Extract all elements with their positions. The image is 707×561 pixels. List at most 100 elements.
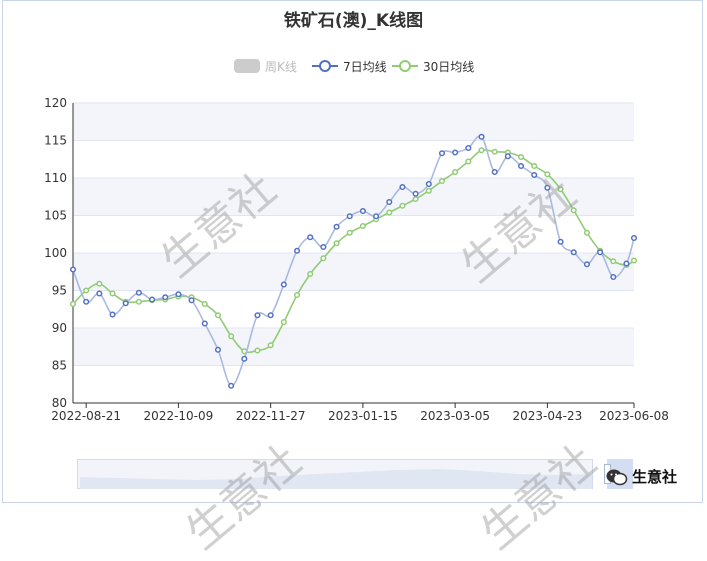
data-point-ma7: [162, 294, 169, 301]
data-point-ma7: [175, 291, 182, 298]
data-point-ma7: [597, 249, 604, 256]
data-point-ma30: [214, 312, 222, 319]
data-point-ma30: [69, 300, 77, 308]
data-point-ma7: [438, 150, 446, 157]
y-tick-label: 105: [44, 209, 67, 223]
data-point-ma7: [254, 312, 261, 319]
brand-name: 生意社: [632, 468, 678, 486]
datazoom-track[interactable]: [77, 459, 593, 489]
data-point-ma7: [399, 183, 406, 191]
data-point-ma30: [517, 153, 525, 161]
y-tick-label: 100: [44, 246, 67, 260]
data-point-ma7: [280, 281, 287, 288]
data-point-ma30: [399, 202, 406, 209]
data-point-ma7: [96, 290, 103, 297]
data-point-ma30: [307, 270, 314, 278]
data-point-ma30: [425, 187, 432, 194]
y-tick-label: 95: [52, 284, 67, 298]
data-point-ma30: [109, 290, 116, 297]
chart-plot: 80 85 90 95 100 105 110 115 120 2022-08-21 2022-10…: [44, 96, 669, 423]
data-point-ma30: [438, 177, 446, 185]
data-point-ma7: [333, 223, 340, 230]
data-point-ma30: [280, 318, 287, 326]
data-point-ma30: [630, 257, 638, 264]
grid-band: [73, 253, 634, 291]
datazoom-slider[interactable]: [77, 459, 633, 489]
data-point-ma7: [373, 213, 380, 220]
data-point-ma30: [610, 258, 617, 265]
data-point-ma30: [346, 229, 353, 236]
data-point-ma7: [623, 260, 630, 267]
data-point-ma7: [346, 213, 353, 220]
data-point-ma30: [228, 333, 235, 340]
data-point-ma30: [201, 300, 208, 308]
data-point-ma30: [386, 209, 393, 216]
data-point-ma7: [359, 207, 366, 215]
data-point-ma30: [557, 186, 564, 193]
data-point-ma7: [135, 289, 142, 296]
data-point-ma7: [122, 300, 129, 307]
data-point-ma7: [386, 198, 393, 206]
x-tick-label: 2022-10-09: [144, 409, 214, 423]
x-tick-label: 2023-01-15: [328, 409, 398, 423]
data-point-ma7: [201, 320, 208, 327]
x-tick-label: 2023-04-23: [513, 409, 583, 423]
data-point-ma30: [478, 147, 485, 154]
x-tick-label: 2023-06-08: [599, 409, 669, 423]
data-point-ma7: [544, 184, 551, 191]
data-point-ma7: [214, 346, 222, 353]
data-point-ma30: [333, 240, 340, 247]
data-point-ma30: [254, 347, 261, 354]
x-tick-label: 2022-11-27: [236, 409, 306, 423]
data-point-ma7: [320, 243, 327, 251]
y-tick-label: 110: [44, 171, 67, 185]
data-point-ma7: [228, 382, 235, 389]
data-point-ma7: [452, 149, 459, 156]
data-point-ma7: [83, 298, 90, 305]
data-point-ma30: [583, 229, 590, 236]
data-point-ma7: [583, 261, 590, 268]
grid-band: [73, 103, 634, 141]
data-point-ma7: [188, 297, 195, 304]
y-tick-label: 115: [44, 134, 67, 148]
data-point-ma7: [478, 133, 485, 140]
brand-logo: 生意社: [606, 466, 677, 487]
data-point-ma30: [83, 287, 90, 294]
data-point-ma30: [412, 195, 419, 203]
datazoom-preview: [80, 469, 592, 489]
data-point-ma7: [465, 144, 472, 152]
data-point-ma7: [630, 234, 638, 242]
data-point-ma7: [307, 234, 314, 241]
x-tick-label: 2023-03-05: [420, 409, 490, 423]
data-point-ma7: [517, 162, 525, 170]
y-tick-label: 120: [44, 96, 67, 110]
y-tick-label: 85: [52, 359, 67, 373]
data-point-ma30: [570, 207, 577, 214]
grid-band: [73, 328, 634, 366]
data-point-ma7: [69, 266, 77, 273]
data-point-ma30: [531, 162, 538, 170]
data-point-ma7: [412, 190, 419, 197]
data-point-ma7: [241, 355, 248, 362]
data-point-ma7: [491, 168, 498, 176]
data-point-ma7: [425, 180, 432, 188]
data-point-ma30: [359, 222, 366, 230]
data-point-ma30: [465, 158, 472, 165]
data-point-ma30: [320, 255, 327, 262]
data-point-ma7: [610, 273, 617, 281]
data-point-ma7: [293, 247, 301, 254]
data-point-ma7: [109, 311, 116, 318]
y-tick-label: 90: [52, 321, 67, 335]
data-point-ma7: [570, 249, 577, 256]
data-point-ma30: [267, 342, 274, 349]
y-tick-label: 80: [52, 396, 67, 410]
data-point-ma7: [531, 171, 538, 179]
data-point-ma30: [96, 280, 103, 287]
x-tick-label: 2022-08-21: [51, 409, 121, 423]
data-point-ma7: [267, 312, 274, 319]
data-point-ma30: [135, 298, 142, 305]
data-point-ma30: [452, 168, 459, 176]
data-point-ma7: [149, 296, 156, 303]
data-point-ma7: [557, 238, 564, 245]
data-point-ma30: [293, 291, 301, 299]
